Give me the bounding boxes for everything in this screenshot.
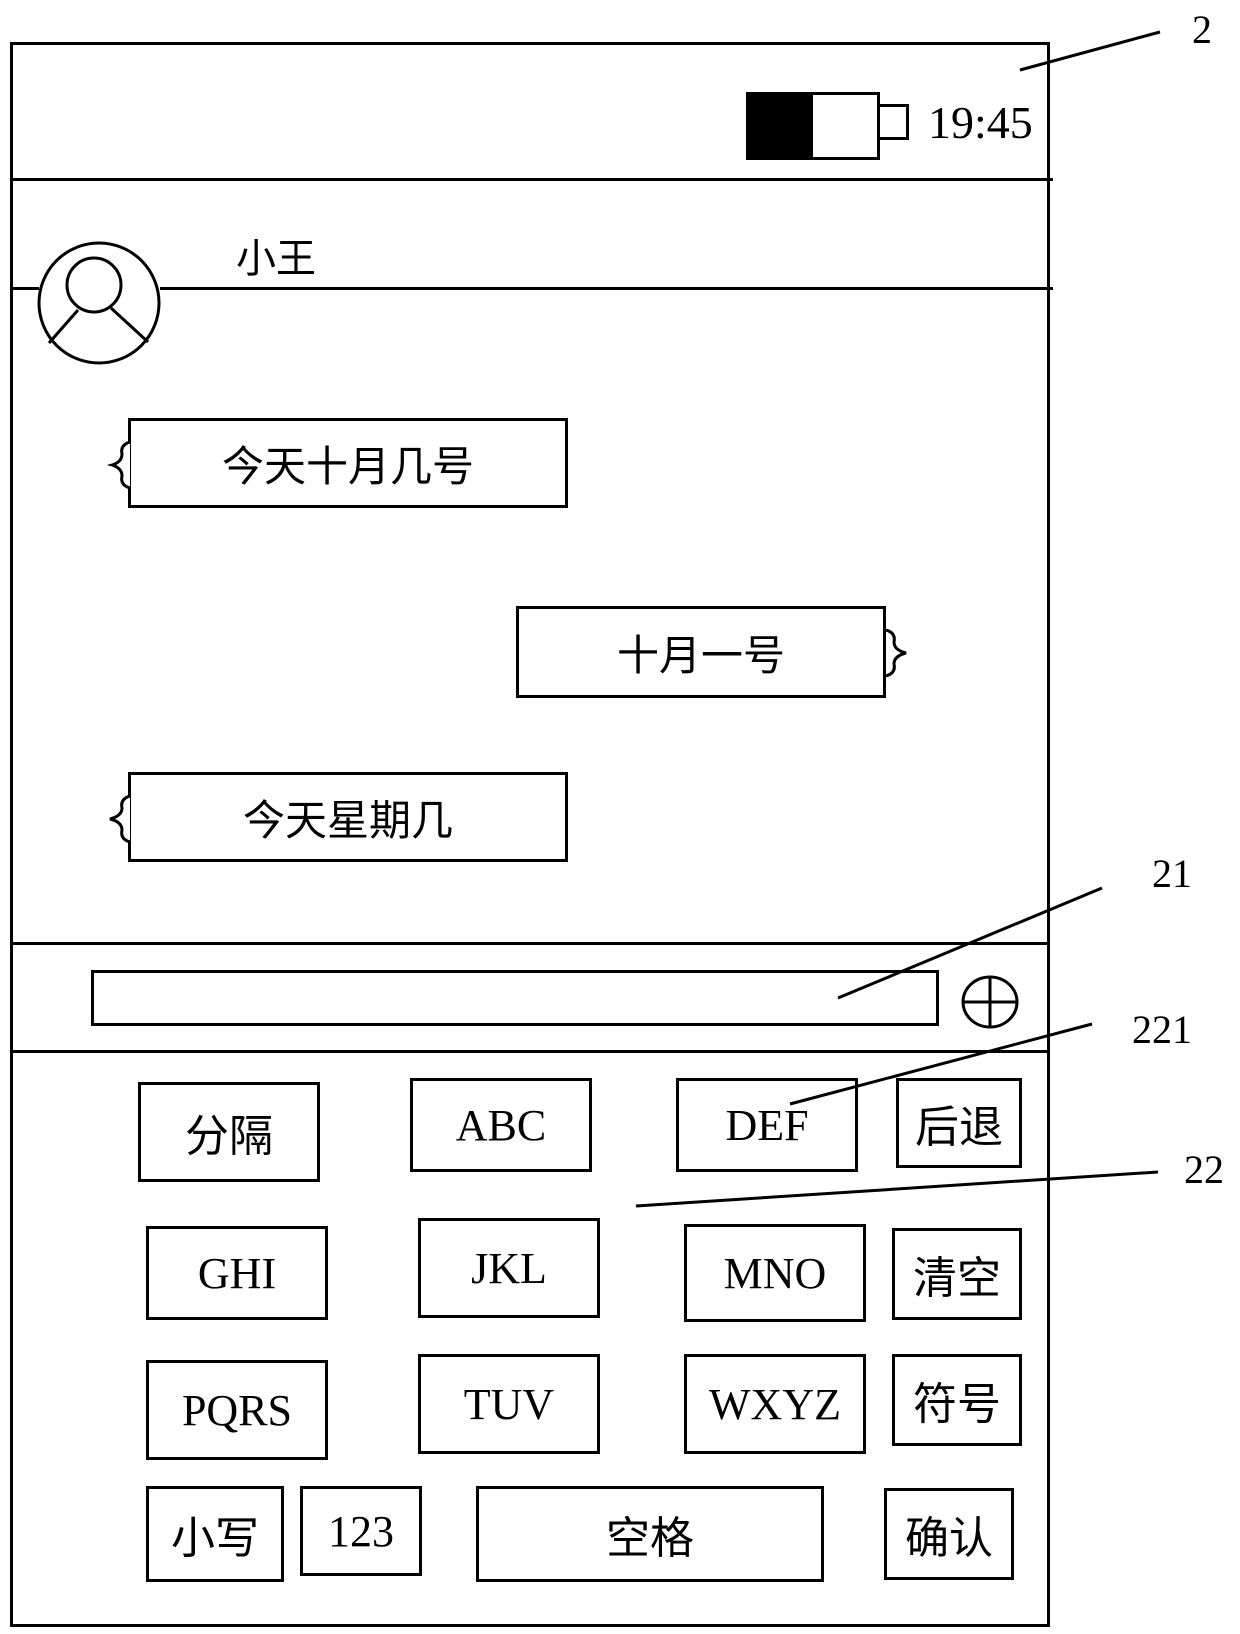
- ref-label-input-box: 21: [1152, 851, 1192, 896]
- ref-label-device: 2: [1192, 7, 1212, 52]
- ref-label-key: 221: [1132, 1007, 1192, 1052]
- leader-line-21: [837, 886, 1103, 1000]
- leader-line-2: [1019, 30, 1161, 72]
- leader-line-22: [635, 1170, 1159, 1208]
- leader-lines: [635, 30, 1161, 1208]
- ref-label-keyboard: 22: [1184, 1147, 1224, 1192]
- leader-line-221: [789, 1022, 1093, 1106]
